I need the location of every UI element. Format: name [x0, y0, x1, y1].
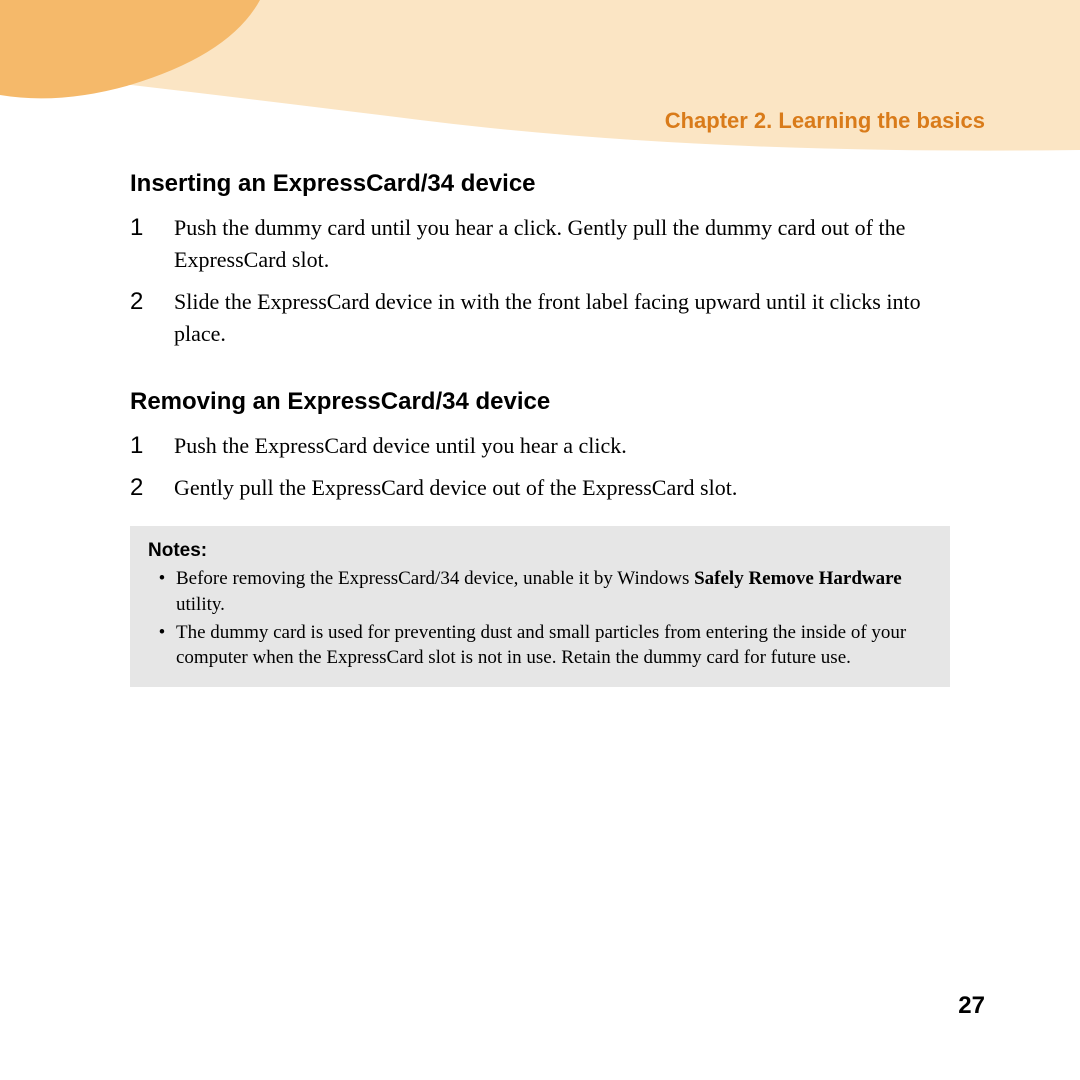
- step-text: Push the dummy card until you hear a cli…: [174, 212, 950, 276]
- step-text: Push the ExpressCard device until you he…: [174, 430, 950, 462]
- bullet-icon: •: [148, 620, 176, 671]
- note-text-post: utility.: [176, 594, 225, 615]
- step-number: 2: [130, 286, 174, 350]
- step-text: Gently pull the ExpressCard device out o…: [174, 472, 950, 504]
- step-item: 2 Slide the ExpressCard device in with t…: [130, 286, 950, 350]
- page-content: Inserting an ExpressCard/34 device 1 Pus…: [130, 170, 950, 687]
- step-text: Slide the ExpressCard device in with the…: [174, 286, 950, 350]
- bullet-icon: •: [148, 566, 176, 617]
- section-heading-inserting: Inserting an ExpressCard/34 device: [130, 170, 950, 198]
- note-text-pre: Before removing the ExpressCard/34 devic…: [176, 568, 694, 589]
- step-number: 2: [130, 472, 174, 504]
- note-item: • The dummy card is used for preventing …: [148, 620, 932, 671]
- note-text: Before removing the ExpressCard/34 devic…: [176, 566, 932, 617]
- notes-box: Notes: • Before removing the ExpressCard…: [130, 526, 950, 687]
- notes-title: Notes:: [148, 540, 932, 562]
- step-item: 1 Push the ExpressCard device until you …: [130, 430, 950, 462]
- note-item: • Before removing the ExpressCard/34 dev…: [148, 566, 932, 617]
- step-item: 1 Push the dummy card until you hear a c…: [130, 212, 950, 276]
- page-number: 27: [958, 992, 985, 1020]
- header-decoration: [0, 0, 1080, 160]
- section-heading-removing: Removing an ExpressCard/34 device: [130, 388, 950, 416]
- step-item: 2 Gently pull the ExpressCard device out…: [130, 472, 950, 504]
- note-text-bold: Safely Remove Hardware: [694, 568, 902, 589]
- chapter-title: Chapter 2. Learning the basics: [665, 108, 985, 134]
- step-number: 1: [130, 212, 174, 276]
- note-text: The dummy card is used for preventing du…: [176, 620, 932, 671]
- step-number: 1: [130, 430, 174, 462]
